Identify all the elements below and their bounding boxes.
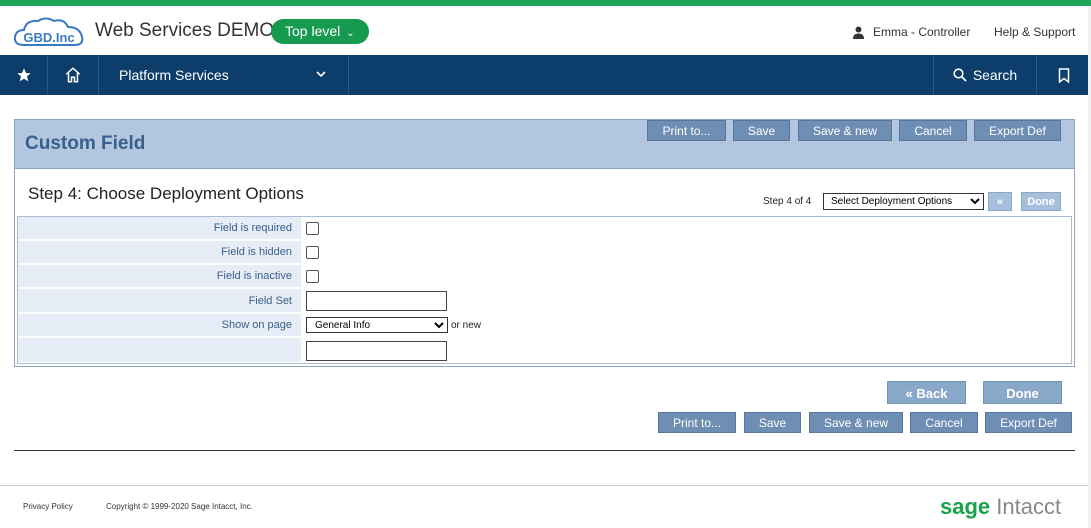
bottom-save-new-button[interactable]: Save & new — [809, 412, 903, 433]
row-field-hidden: Field is hidden — [18, 241, 1071, 265]
brand-sage: sage — [940, 494, 991, 519]
field-hidden-checkbox[interactable] — [306, 246, 319, 259]
platform-services-menu[interactable]: Platform Services — [99, 55, 349, 95]
bookmark-button[interactable] — [1037, 55, 1091, 95]
bottom-save-button[interactable]: Save — [744, 412, 801, 433]
row-field-inactive: Field is inactive — [18, 265, 1071, 289]
field-hidden-label: Field is hidden — [18, 241, 301, 264]
content-divider — [14, 450, 1075, 451]
done-button[interactable]: Done — [983, 381, 1062, 404]
app-title: Web Services DEMO — [95, 20, 275, 41]
page-footer: Privacy Policy Copyright © 1999-2020 Sag… — [0, 485, 1091, 528]
save-new-button[interactable]: Save & new — [798, 120, 892, 141]
show-on-page-select[interactable]: General Info — [306, 317, 448, 333]
custom-field-panel: Custom Field Print to... Save Save & new… — [14, 119, 1075, 367]
step-title: Step 4: Choose Deployment Options — [28, 184, 304, 203]
user-menu[interactable]: Emma - Controller — [852, 25, 970, 39]
home-button[interactable] — [48, 55, 99, 95]
search-label: Search — [972, 67, 1018, 83]
field-set-label: Field Set — [18, 289, 301, 313]
level-label: Top level — [285, 23, 341, 39]
done-small-button[interactable]: Done — [1021, 192, 1061, 211]
bottom-cancel-button[interactable]: Cancel — [910, 412, 978, 433]
row-field-required: Field is required — [18, 217, 1071, 241]
row-show-on-page: Show on page General Info or new — [18, 314, 1071, 338]
row-field-set: Field Set — [18, 289, 1071, 314]
field-set-input[interactable] — [306, 291, 447, 311]
new-page-input[interactable] — [306, 341, 447, 361]
export-def-button[interactable]: Export Def — [974, 120, 1061, 141]
new-page-label-cell — [18, 338, 301, 363]
copyright-text: Copyright © 1999-2020 Sage Intacct, Inc. — [106, 502, 253, 511]
chevron-down-icon — [316, 71, 326, 78]
app-header: GBD.Inc Web Services DEMO Top level ⌄ Emm… — [0, 6, 1091, 55]
show-on-page-label: Show on page — [18, 314, 301, 337]
level-selector-button[interactable]: Top level ⌄ — [271, 19, 369, 44]
deployment-options-form: Field is required Field is hidden Field … — [17, 216, 1072, 364]
page-title: Custom Field — [25, 133, 146, 154]
chevron-down-icon: ⌄ — [346, 28, 355, 39]
previous-step-button[interactable]: « — [988, 192, 1012, 211]
field-inactive-checkbox[interactable] — [306, 270, 319, 283]
step-select[interactable]: Select Deployment Options — [823, 193, 984, 210]
sage-intacct-logo: sage Intacct — [940, 494, 1061, 520]
help-support-link[interactable]: Help & Support — [994, 25, 1075, 39]
star-icon — [16, 68, 31, 82]
search-button[interactable]: Search — [933, 55, 1037, 95]
brand-intacct: Intacct — [990, 494, 1062, 519]
save-button[interactable]: Save — [733, 120, 790, 141]
field-required-checkbox[interactable] — [306, 222, 319, 235]
home-icon — [65, 67, 81, 83]
favorites-button[interactable] — [0, 55, 48, 95]
company-logo[interactable]: GBD.Inc — [12, 15, 88, 51]
back-button[interactable]: « Back — [887, 381, 966, 404]
panel-header: Custom Field Print to... Save Save & new… — [15, 120, 1074, 169]
field-inactive-label: Field is inactive — [18, 265, 301, 288]
privacy-policy-link[interactable]: Privacy Policy — [23, 502, 73, 511]
user-icon — [853, 26, 864, 39]
search-icon — [953, 68, 967, 82]
cancel-button[interactable]: Cancel — [899, 120, 967, 141]
main-navbar: Platform Services Search — [0, 55, 1091, 95]
print-button[interactable]: Print to... — [647, 120, 726, 141]
bottom-export-def-button[interactable]: Export Def — [985, 412, 1072, 433]
step-count: Step 4 of 4 — [763, 196, 812, 207]
bottom-print-button[interactable]: Print to... — [658, 412, 736, 433]
or-new-label: or new — [451, 320, 482, 331]
platform-services-label: Platform Services — [119, 67, 229, 83]
user-label: Emma - Controller — [873, 25, 971, 39]
logo-text: GBD.Inc — [23, 30, 74, 45]
field-required-label: Field is required — [18, 217, 301, 240]
row-new-page — [18, 338, 1071, 363]
bookmark-icon — [1058, 67, 1070, 83]
